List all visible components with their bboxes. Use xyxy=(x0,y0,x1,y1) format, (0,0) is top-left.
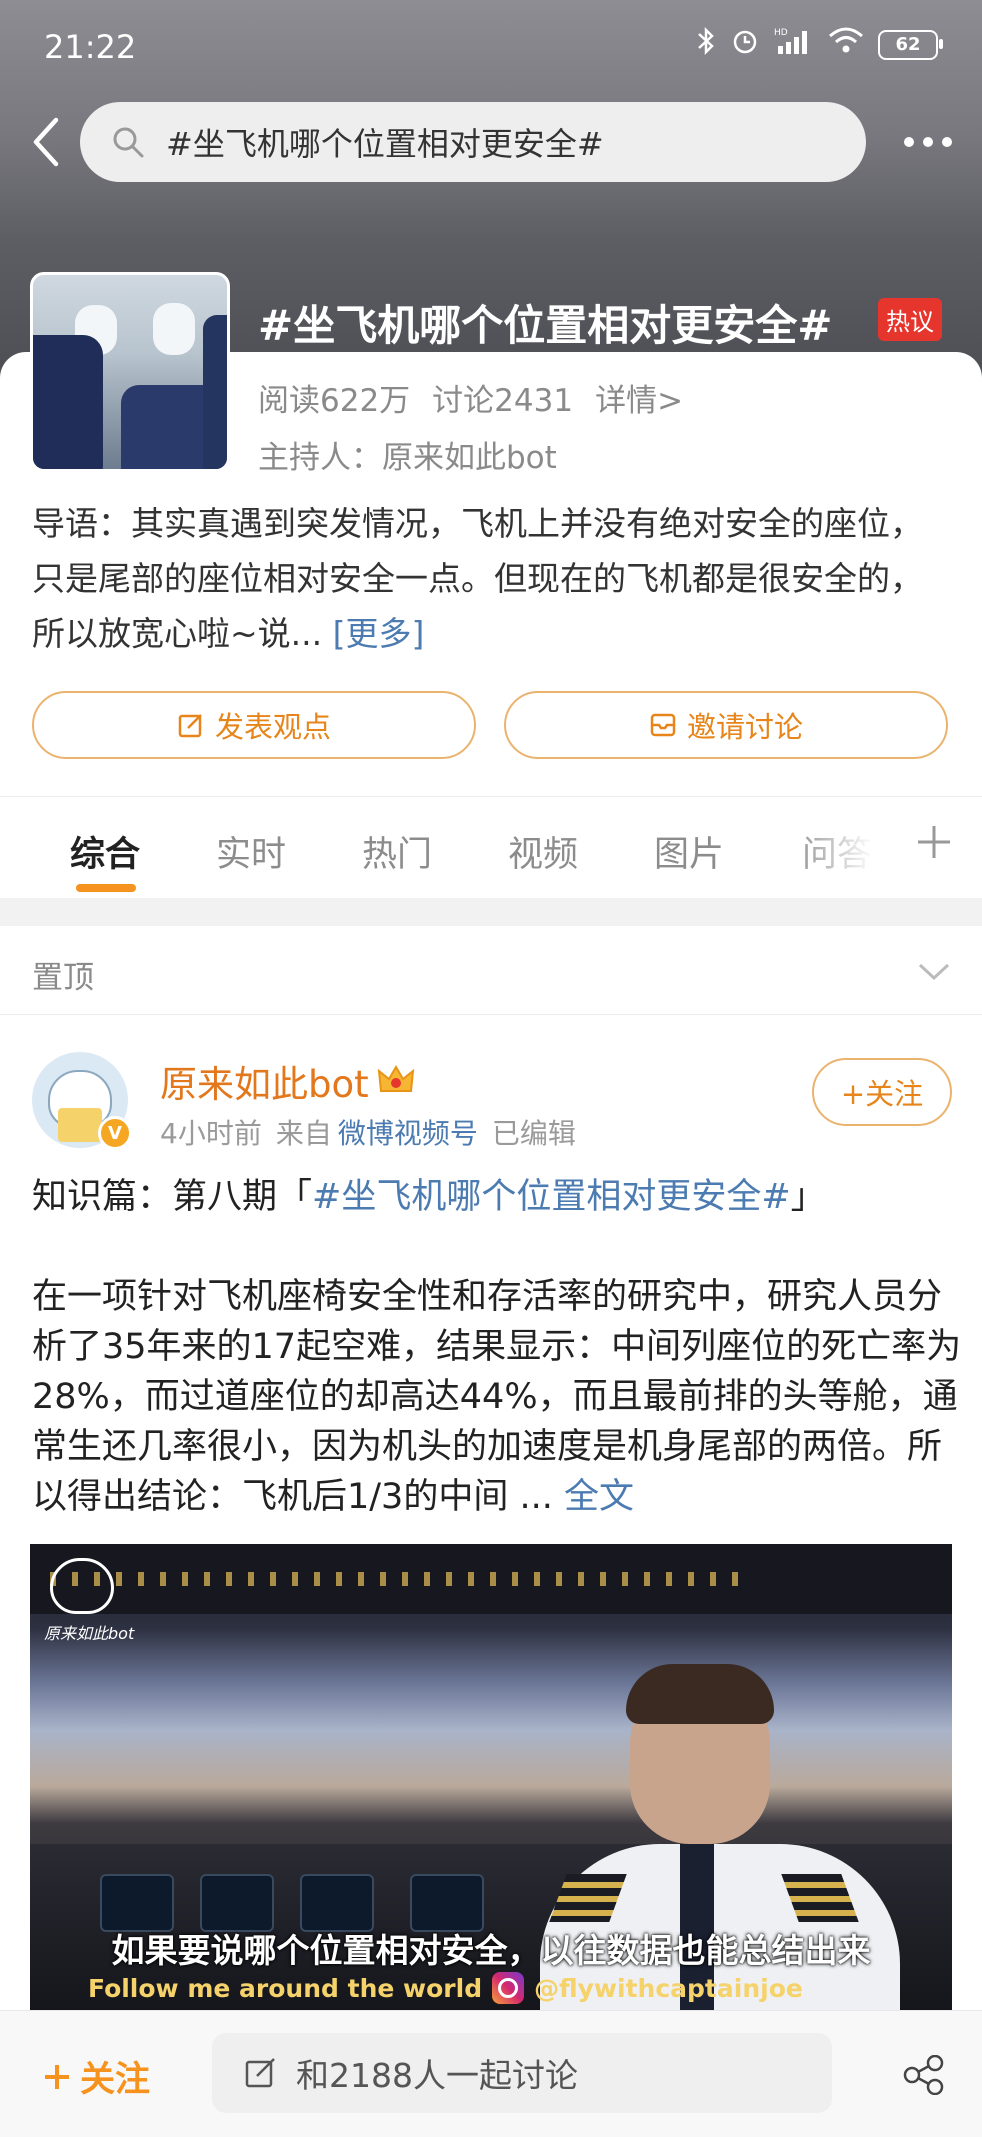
instagram-handle: @flywithcaptainjoe xyxy=(534,1973,803,2003)
section-gap xyxy=(0,898,982,926)
edit-icon xyxy=(245,2058,275,2088)
search-icon xyxy=(108,122,148,162)
watermark-logo-icon xyxy=(50,1558,114,1614)
invite-discussion-button[interactable]: 邀请讨论 xyxy=(504,691,948,759)
topic-title: #坐飞机哪个位置相对更安全# xyxy=(258,301,833,350)
plus-icon xyxy=(918,826,950,858)
wifi-icon xyxy=(828,26,864,63)
more-menu-button[interactable] xyxy=(904,114,952,170)
divider xyxy=(0,1014,982,1015)
intro-more-link[interactable]: [更多] xyxy=(333,614,425,653)
post-time: 4小时前 xyxy=(160,1117,262,1150)
more-dot-icon xyxy=(942,137,952,147)
post-from-label: 来自 xyxy=(275,1117,332,1150)
post-headline: 知识篇：第八期「#坐飞机哪个位置相对更安全#」 xyxy=(32,1172,962,1222)
video-subtitle: 如果要说哪个位置相对安全，以往数据也能总结出来 xyxy=(111,1931,871,1970)
read-count: 阅读622万 xyxy=(258,383,411,419)
post-hashtag[interactable]: #坐飞机哪个位置相对更安全# xyxy=(312,1177,791,1217)
post-author[interactable]: 原来如此bot xyxy=(160,1054,415,1108)
status-time: 21:22 xyxy=(44,28,137,66)
post-meta: 4小时前 来自 微博视频号 已编辑 xyxy=(160,1112,576,1152)
tab-fade xyxy=(790,810,910,880)
status-icons: HD 62 xyxy=(696,26,943,63)
full-text-link[interactable]: 全文 xyxy=(564,1477,634,1517)
invite-discussion-label: 邀请讨论 xyxy=(686,710,803,744)
follow-line-text: Follow me around the world xyxy=(88,1973,483,2003)
headline-prefix: 知识篇：第八期「 xyxy=(32,1177,313,1217)
watermark-logo-text: 原来如此bot xyxy=(44,1624,135,1643)
headline-suffix: 」 xyxy=(790,1177,826,1217)
author-name[interactable]: 原来如此bot xyxy=(160,1054,369,1108)
topic-host[interactable]: 主持人：原来如此bot xyxy=(258,432,557,477)
invite-icon xyxy=(650,713,676,737)
pinned-label: 置顶 xyxy=(32,960,94,996)
crown-icon xyxy=(377,1065,414,1092)
discussion-count: 讨论2431 xyxy=(432,383,574,419)
post-source[interactable]: 微博视频号 xyxy=(338,1112,478,1152)
back-arrow-icon xyxy=(33,117,59,167)
topic-stats: 阅读622万 讨论2431 详情> xyxy=(258,375,683,420)
topic-intro: 导语：其实真遇到突发情况，飞机上并没有绝对安全的座位，只是尾部的座位相对安全一点… xyxy=(32,496,952,661)
plus-icon xyxy=(45,2064,69,2089)
bottom-bar: 关注 和2188人一起讨论 xyxy=(0,2010,982,2137)
pinned-section[interactable]: 置顶 xyxy=(0,926,982,1014)
status-bar: 21:22 HD 62 xyxy=(0,0,982,96)
more-dot-icon xyxy=(904,137,914,147)
tab-video[interactable]: 视频 xyxy=(508,826,578,877)
post-opinion-button[interactable]: 发表观点 xyxy=(32,691,476,759)
post-edited: 已编辑 xyxy=(491,1117,576,1150)
search-input[interactable] xyxy=(164,122,866,162)
tab-images[interactable]: 图片 xyxy=(654,826,724,877)
tab-realtime[interactable]: 实时 xyxy=(216,826,286,877)
search-bar[interactable] xyxy=(80,102,866,182)
more-dot-icon xyxy=(923,137,933,147)
bottom-follow-label: 关注 xyxy=(80,2060,151,2100)
battery-indicator: 62 xyxy=(878,29,943,60)
alarm-icon xyxy=(730,26,760,63)
topic-cover-image xyxy=(30,272,230,472)
share-icon[interactable] xyxy=(902,2054,946,2096)
bluetooth-icon xyxy=(696,26,716,63)
intro-text: 导语：其实真遇到突发情况，飞机上并没有绝对安全的座位，只是尾部的座位相对安全一点… xyxy=(32,504,923,653)
tab-hot[interactable]: 热门 xyxy=(362,826,432,877)
signal-icon: HD xyxy=(774,26,814,63)
instagram-icon xyxy=(492,1972,525,2004)
divider xyxy=(0,796,982,797)
hd-label: HD xyxy=(774,28,788,38)
discuss-input[interactable]: 和2188人一起讨论 xyxy=(212,2033,832,2113)
post-opinion-label: 发表观点 xyxy=(214,710,331,744)
post-video[interactable]: 原来如此bot 如果要说哪个位置相对安全，以往数据也能总结出来 Follow m… xyxy=(30,1544,952,2010)
video-follow-line: Follow me around the world @flywithcapta… xyxy=(88,1972,803,2004)
discuss-placeholder: 和2188人一起讨论 xyxy=(296,2056,578,2095)
hot-badge: 热议 xyxy=(878,298,942,341)
back-button[interactable] xyxy=(22,112,70,172)
chevron-down-icon[interactable] xyxy=(914,952,954,992)
verified-badge-icon: V xyxy=(98,1116,132,1150)
add-tab-button[interactable] xyxy=(914,822,954,862)
bottom-follow-button[interactable]: 关注 xyxy=(42,2051,150,2102)
post-body-text: 在一项针对飞机座椅安全性和存活率的研究中，研究人员分析了35年来的17起空难，结… xyxy=(32,1277,962,1517)
post-body: 在一项针对飞机座椅安全性和存活率的研究中，研究人员分析了35年来的17起空难，结… xyxy=(32,1272,962,1522)
tab-comprehensive[interactable]: 综合 xyxy=(70,826,140,877)
active-tab-indicator xyxy=(76,884,136,892)
edit-icon xyxy=(178,714,202,738)
follow-button[interactable]: +关注 xyxy=(812,1058,952,1126)
details-link[interactable]: 详情> xyxy=(595,375,683,420)
